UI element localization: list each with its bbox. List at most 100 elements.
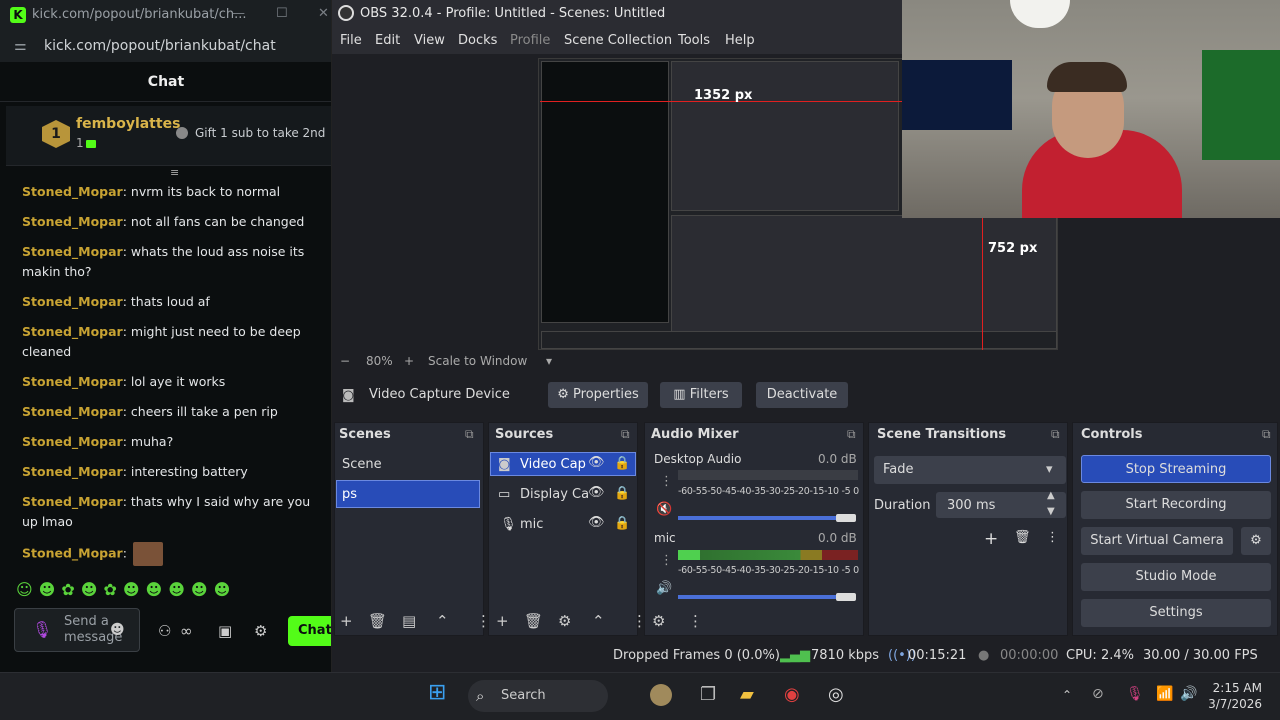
minimize-icon[interactable]: — (232, 6, 245, 21)
mic-tray-icon[interactable]: 🎙 (1126, 686, 1144, 702)
scene-item-ps-selected[interactable] (336, 480, 480, 508)
chat-username[interactable]: Stoned_Mopar (22, 434, 123, 449)
search-highlight-icon[interactable] (650, 684, 672, 706)
start-virtual-camera-button[interactable]: Start Virtual Camera (1081, 527, 1233, 555)
microphone-icon[interactable]: 🎙 (32, 620, 52, 639)
transitions-undock-icon[interactable]: ⧉ (1051, 427, 1060, 442)
chat-username[interactable]: Stoned_Mopar (22, 184, 123, 199)
mixer-menu-icon[interactable]: ⋮ (688, 612, 703, 630)
source-video-capture[interactable]: Video Cap (520, 457, 586, 472)
chat-username[interactable]: Stoned_Mopar (22, 546, 123, 561)
stepper-up-icon[interactable]: ▲ (1047, 490, 1055, 501)
users-icon[interactable]: ⚇ (158, 622, 171, 640)
move-source-up-icon[interactable]: ⌃ (592, 612, 605, 630)
visibility-eye-icon[interactable]: 👁 (588, 455, 605, 470)
chat-username[interactable]: Stoned_Mopar (22, 374, 123, 389)
chat-username[interactable]: Stoned_Mopar (22, 324, 123, 339)
zoom-out-icon[interactable]: − (340, 354, 350, 368)
scene-filters-icon[interactable]: ▤ (402, 612, 416, 630)
source-menu-icon[interactable]: ⋮ (632, 612, 647, 630)
menu-docks[interactable]: Docks (458, 33, 497, 48)
lock-icon[interactable]: 🔒 (614, 456, 630, 471)
wifi-icon[interactable]: 📶 (1156, 686, 1173, 702)
scene-menu-icon[interactable]: ⋮ (476, 612, 491, 630)
remove-source-icon[interactable]: 🗑 (524, 612, 543, 630)
remove-scene-icon[interactable]: 🗑 (368, 612, 387, 630)
chevron-down-icon[interactable]: ▾ (1046, 462, 1053, 477)
chat-username[interactable]: Stoned_Mopar (22, 294, 123, 309)
virtual-camera-settings-icon[interactable]: ⚙ (1241, 527, 1271, 555)
filters-button[interactable]: ▥ Filters (660, 382, 742, 408)
clock-date[interactable]: 3/7/2026 (1206, 697, 1262, 711)
network-off-icon[interactable]: ⊘ (1092, 686, 1104, 702)
menu-view[interactable]: View (414, 33, 445, 48)
emoji-icon[interactable]: ☻ (110, 622, 125, 638)
windows-start-icon[interactable]: ⊞ (428, 680, 446, 705)
mixer-desktop-volume-knob[interactable] (836, 514, 856, 522)
menu-scene-collection[interactable]: Scene Collection (564, 33, 672, 48)
collapse-handle-icon[interactable]: ≡ (170, 166, 179, 179)
chrome-icon[interactable]: ◉ (784, 684, 800, 705)
lock-icon[interactable]: 🔒 (614, 486, 630, 501)
properties-button[interactable]: ⚙ Properties (548, 382, 648, 408)
menu-help[interactable]: Help (725, 33, 755, 48)
site-settings-icon[interactable]: ⚌ (14, 38, 27, 54)
chat-username[interactable]: Stoned_Mopar (22, 214, 123, 229)
close-icon[interactable]: ✕ (318, 6, 329, 21)
infinity-icon[interactable]: ∞ (180, 622, 193, 640)
maximize-icon[interactable]: ☐ (276, 6, 288, 21)
mixer-mic-speaker-icon[interactable]: 🔊 (656, 581, 672, 596)
zoom-mode[interactable]: Scale to Window (428, 354, 527, 368)
remove-transition-icon[interactable]: 🗑 (1014, 530, 1031, 545)
menu-file[interactable]: File (340, 33, 362, 48)
menu-edit[interactable]: Edit (375, 33, 400, 48)
mixer-undock-icon[interactable]: ⧉ (847, 427, 856, 442)
mixer-settings-icon[interactable]: ⚙ (652, 612, 665, 630)
deactivate-button[interactable]: Deactivate (756, 382, 848, 408)
chat-username[interactable]: Stoned_Mopar (22, 404, 123, 419)
move-scene-up-icon[interactable]: ⌃ (436, 612, 449, 630)
mixer-desktop-menu-icon[interactable]: ⋮ (660, 474, 673, 489)
search-label[interactable]: Search (501, 688, 546, 703)
add-scene-icon[interactable]: + (340, 612, 353, 630)
studio-mode-button[interactable]: Studio Mode (1081, 563, 1271, 591)
start-recording-button[interactable]: Start Recording (1081, 491, 1271, 519)
scene-item-scene[interactable]: Scene (342, 457, 382, 472)
pinned-user[interactable]: femboylattes (76, 116, 180, 132)
chat-username[interactable]: Stoned_Mopar (22, 494, 123, 509)
task-view-icon[interactable]: ❐ (700, 684, 716, 705)
mixer-mic-menu-icon[interactable]: ⋮ (660, 553, 673, 568)
stop-streaming-button[interactable]: Stop Streaming (1081, 455, 1271, 483)
tray-overflow-icon[interactable]: ⌃ (1062, 688, 1072, 702)
settings-gear-icon[interactable]: ⚙ (254, 622, 267, 640)
controls-undock-icon[interactable]: ⧉ (1262, 427, 1271, 442)
source-properties-icon[interactable]: ⚙ (558, 612, 571, 630)
scenes-undock-icon[interactable]: ⧉ (465, 427, 474, 442)
mixer-mic-volume-knob[interactable] (836, 593, 856, 601)
volume-icon[interactable]: 🔊 (1180, 686, 1197, 702)
chat-send-button[interactable]: Chat (288, 616, 331, 646)
chat-username[interactable]: Stoned_Mopar (22, 464, 123, 479)
emote-row[interactable]: ☺☻✿☻✿☻☻☻☻☻ (16, 580, 236, 599)
mixer-desktop-muted-icon[interactable]: 🔇 (656, 502, 672, 517)
menu-profile[interactable]: Profile (510, 33, 550, 48)
transition-selected[interactable]: Fade (883, 462, 914, 477)
add-transition-icon[interactable]: + (984, 529, 998, 549)
stepper-down-icon[interactable]: ▼ (1047, 506, 1055, 517)
source-mic[interactable]: mic (520, 517, 543, 532)
scene-item-ps[interactable]: ps (342, 487, 357, 502)
transition-menu-icon[interactable]: ⋮ (1046, 530, 1059, 545)
zoom-in-icon[interactable]: + (404, 354, 414, 368)
mixer-desktop-volume-slider[interactable] (678, 516, 848, 520)
visibility-eye-icon[interactable]: 👁 (588, 485, 605, 500)
settings-button[interactable]: Settings (1081, 599, 1271, 627)
visibility-eye-icon[interactable]: 👁 (588, 515, 605, 530)
add-source-icon[interactable]: + (496, 612, 509, 630)
duration-value[interactable]: 300 ms (947, 498, 995, 513)
store-icon[interactable]: ▣ (218, 622, 232, 640)
sources-undock-icon[interactable]: ⧉ (621, 427, 630, 442)
lock-icon[interactable]: 🔒 (614, 516, 630, 531)
clock-time[interactable]: 2:15 AM (1210, 681, 1262, 695)
zoom-dropdown-icon[interactable]: ▾ (546, 354, 552, 368)
url-text[interactable]: kick.com/popout/briankubat/chat (44, 38, 276, 54)
